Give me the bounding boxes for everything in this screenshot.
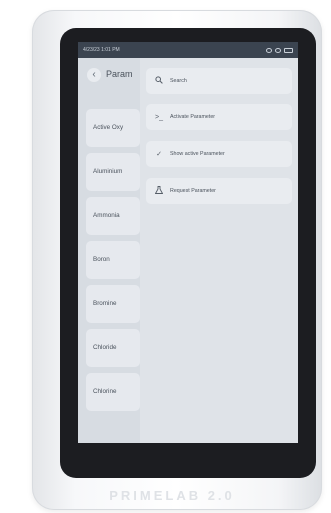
search-label: Search (170, 78, 187, 84)
flask-icon (154, 186, 164, 196)
request-parameter-label: Request Parameter (170, 188, 216, 194)
screen: 4/23/23 1:01 PM ‹ Param Active Oxy Alumi… (78, 42, 298, 443)
list-item[interactable]: Ammonia (86, 197, 140, 235)
settings-icon (275, 47, 281, 53)
check-icon: ✓ (156, 151, 162, 158)
list-item[interactable]: Chlorine (86, 373, 140, 411)
status-time: 4/23/23 1:01 PM (83, 47, 120, 53)
status-bar: 4/23/23 1:01 PM (78, 42, 298, 58)
list-item[interactable]: Chloride (86, 329, 140, 367)
wifi-icon (266, 47, 272, 53)
request-parameter-button[interactable]: Request Parameter (146, 178, 292, 204)
battery-icon (284, 47, 293, 53)
activate-parameter-button[interactable]: >_ Activate Parameter (146, 104, 292, 130)
terminal-icon: >_ (155, 113, 163, 121)
list-item[interactable]: Bromine (86, 285, 140, 323)
page-title: Param (106, 69, 133, 79)
list-item[interactable]: Active Oxy (86, 109, 140, 147)
search-button[interactable]: Search (146, 68, 292, 94)
status-icons (266, 42, 293, 58)
options-menu: Search >_ Activate Parameter ✓ Show acti… (140, 58, 298, 443)
show-active-parameter-label: Show active Parameter (170, 151, 225, 157)
activate-parameter-label: Activate Parameter (170, 114, 216, 120)
top-bar: ‹ Param (78, 58, 140, 96)
list-item[interactable]: Boron (86, 241, 140, 279)
back-button[interactable]: ‹ (87, 68, 101, 82)
show-active-parameter-button[interactable]: ✓ Show active Parameter (146, 141, 292, 167)
search-icon (154, 76, 164, 86)
device-brand: PRIMELAB 2.0 (109, 488, 235, 503)
list-item[interactable]: Aluminium (86, 153, 140, 191)
parameter-list: Active Oxy Aluminium Ammonia Boron Bromi… (86, 109, 140, 417)
